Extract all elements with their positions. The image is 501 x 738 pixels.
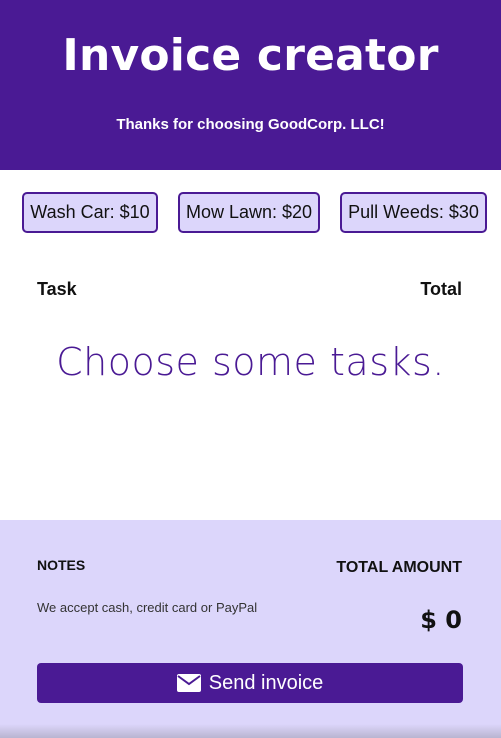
notes-label: NOTES [37, 557, 86, 573]
mow-lawn-button[interactable]: Mow Lawn: $20 [178, 192, 320, 233]
notes-text: We accept cash, credit card or PayPal [37, 600, 258, 615]
page-subtitle: Thanks for choosing GoodCorp. LLC! [116, 116, 385, 133]
total-amount-value: $ 0 [420, 606, 462, 634]
task-column-header: Task [37, 279, 77, 299]
header: Invoice creator Thanks for choosing Good… [0, 0, 501, 170]
task-button-row: Wash Car: $10 Mow Lawn: $20 Pull Weeds: … [0, 192, 501, 233]
empty-task-message: Choose some tasks. [56, 340, 445, 384]
total-column-header: Total [420, 279, 462, 299]
send-invoice-button[interactable]: Send invoice [37, 663, 463, 703]
wash-car-button[interactable]: Wash Car: $10 [22, 192, 158, 233]
pull-weeds-button[interactable]: Pull Weeds: $30 [340, 192, 487, 233]
send-invoice-label: Send invoice [208, 671, 324, 694]
footer-shadow [0, 724, 501, 738]
page-title: Invoice creator [62, 30, 439, 81]
invoice-footer: NOTES We accept cash, credit card or Pay… [0, 520, 501, 738]
mail-icon [176, 674, 201, 692]
total-amount-label: TOTAL AMOUNT [336, 559, 462, 576]
